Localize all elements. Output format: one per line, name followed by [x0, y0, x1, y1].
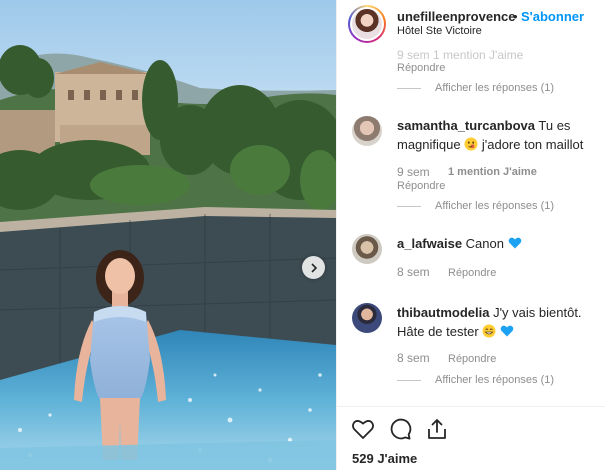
post-photo	[0, 0, 336, 470]
blue-heart-icon	[508, 237, 521, 249]
chevron-right-icon	[310, 262, 317, 273]
comment-icon[interactable]	[388, 417, 412, 441]
header-separator: •	[513, 9, 518, 24]
reply-button[interactable]: Répondre	[448, 267, 496, 279]
smirk-face-icon	[464, 137, 478, 151]
view-replies-button[interactable]: Afficher les réponses (1)	[435, 374, 554, 386]
post-actions-bar: 529 J'aime	[337, 406, 605, 470]
grin-face-icon	[482, 324, 496, 338]
comment-time[interactable]: 9 sem	[397, 165, 430, 179]
author-avatar[interactable]	[348, 5, 386, 43]
comment-time[interactable]: 8 sem	[397, 265, 430, 279]
post-location[interactable]: Hôtel Ste Victoire	[397, 25, 482, 37]
view-replies-button[interactable]: Afficher les réponses (1)	[435, 82, 554, 94]
comment-text: samantha_turcanbova Tu es magnifique j'a…	[397, 118, 584, 152]
comment-time[interactable]: 8 sem	[397, 351, 430, 365]
commenter-username[interactable]: a_lafwaise	[397, 236, 462, 251]
post-header: unefilleenprovence • S'abonner Hôtel Ste…	[337, 0, 605, 43]
follow-button[interactable]: S'abonner	[521, 9, 584, 24]
author-username[interactable]: unefilleenprovence	[397, 9, 515, 24]
post-sidebar: unefilleenprovence • S'abonner Hôtel Ste…	[336, 0, 605, 470]
blue-heart-icon	[500, 325, 514, 337]
partial-comment-meta: 9 sem 1 mention J'aime	[397, 48, 524, 62]
comment-text: thibautmodelia J'y vais bientôt. Hâte de…	[397, 305, 582, 339]
commenter-username[interactable]: samantha_turcanbova	[397, 118, 535, 133]
view-replies-button[interactable]: Afficher les réponses (1)	[435, 200, 554, 212]
reply-button[interactable]: Répondre	[397, 180, 445, 192]
reply-button[interactable]: Répondre	[397, 62, 445, 74]
commenter-avatar[interactable]	[352, 234, 382, 264]
comment-likes[interactable]: 1 mention J'aime	[448, 166, 537, 178]
next-photo-button[interactable]	[302, 256, 325, 279]
pool-scene-image	[0, 45, 336, 470]
likes-count[interactable]: 529 J'aime	[352, 451, 417, 466]
commenter-avatar[interactable]	[352, 303, 382, 333]
comments-list[interactable]: 9 sem 1 mention J'aime Répondre Afficher…	[337, 42, 605, 406]
replies-divider	[397, 206, 421, 207]
replies-divider	[397, 88, 421, 89]
heart-icon[interactable]	[351, 417, 375, 441]
share-icon[interactable]	[425, 417, 449, 441]
comment-text: a_lafwaise Canon	[397, 234, 597, 253]
replies-divider	[397, 380, 421, 381]
commenter-avatar[interactable]	[352, 116, 382, 146]
commenter-username[interactable]: thibautmodelia	[397, 305, 489, 320]
reply-button[interactable]: Répondre	[448, 353, 496, 365]
